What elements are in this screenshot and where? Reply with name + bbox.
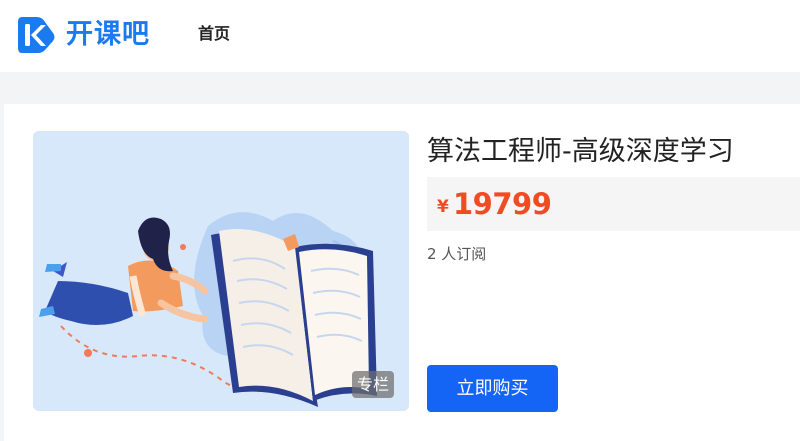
brand-name: 开课吧 — [66, 19, 150, 50]
currency-symbol: ¥ — [437, 197, 449, 217]
brand-logo[interactable]: 开课吧 — [16, 13, 150, 57]
woman-reading-book-illustration — [33, 131, 409, 411]
course-price: 19799 — [453, 187, 552, 221]
nav-home-link[interactable]: 首页 — [198, 22, 230, 46]
column-badge: 专栏 — [352, 371, 394, 398]
top-navigation-bar: 开课吧 首页 — [0, 0, 800, 72]
course-title: 算法工程师-高级深度学习 — [427, 136, 734, 167]
course-cover-image[interactable] — [33, 131, 409, 411]
buy-now-button[interactable]: 立即购买 — [427, 365, 558, 412]
k-logo-icon — [18, 17, 55, 53]
subscriber-count: 2 人订阅 — [427, 245, 487, 263]
